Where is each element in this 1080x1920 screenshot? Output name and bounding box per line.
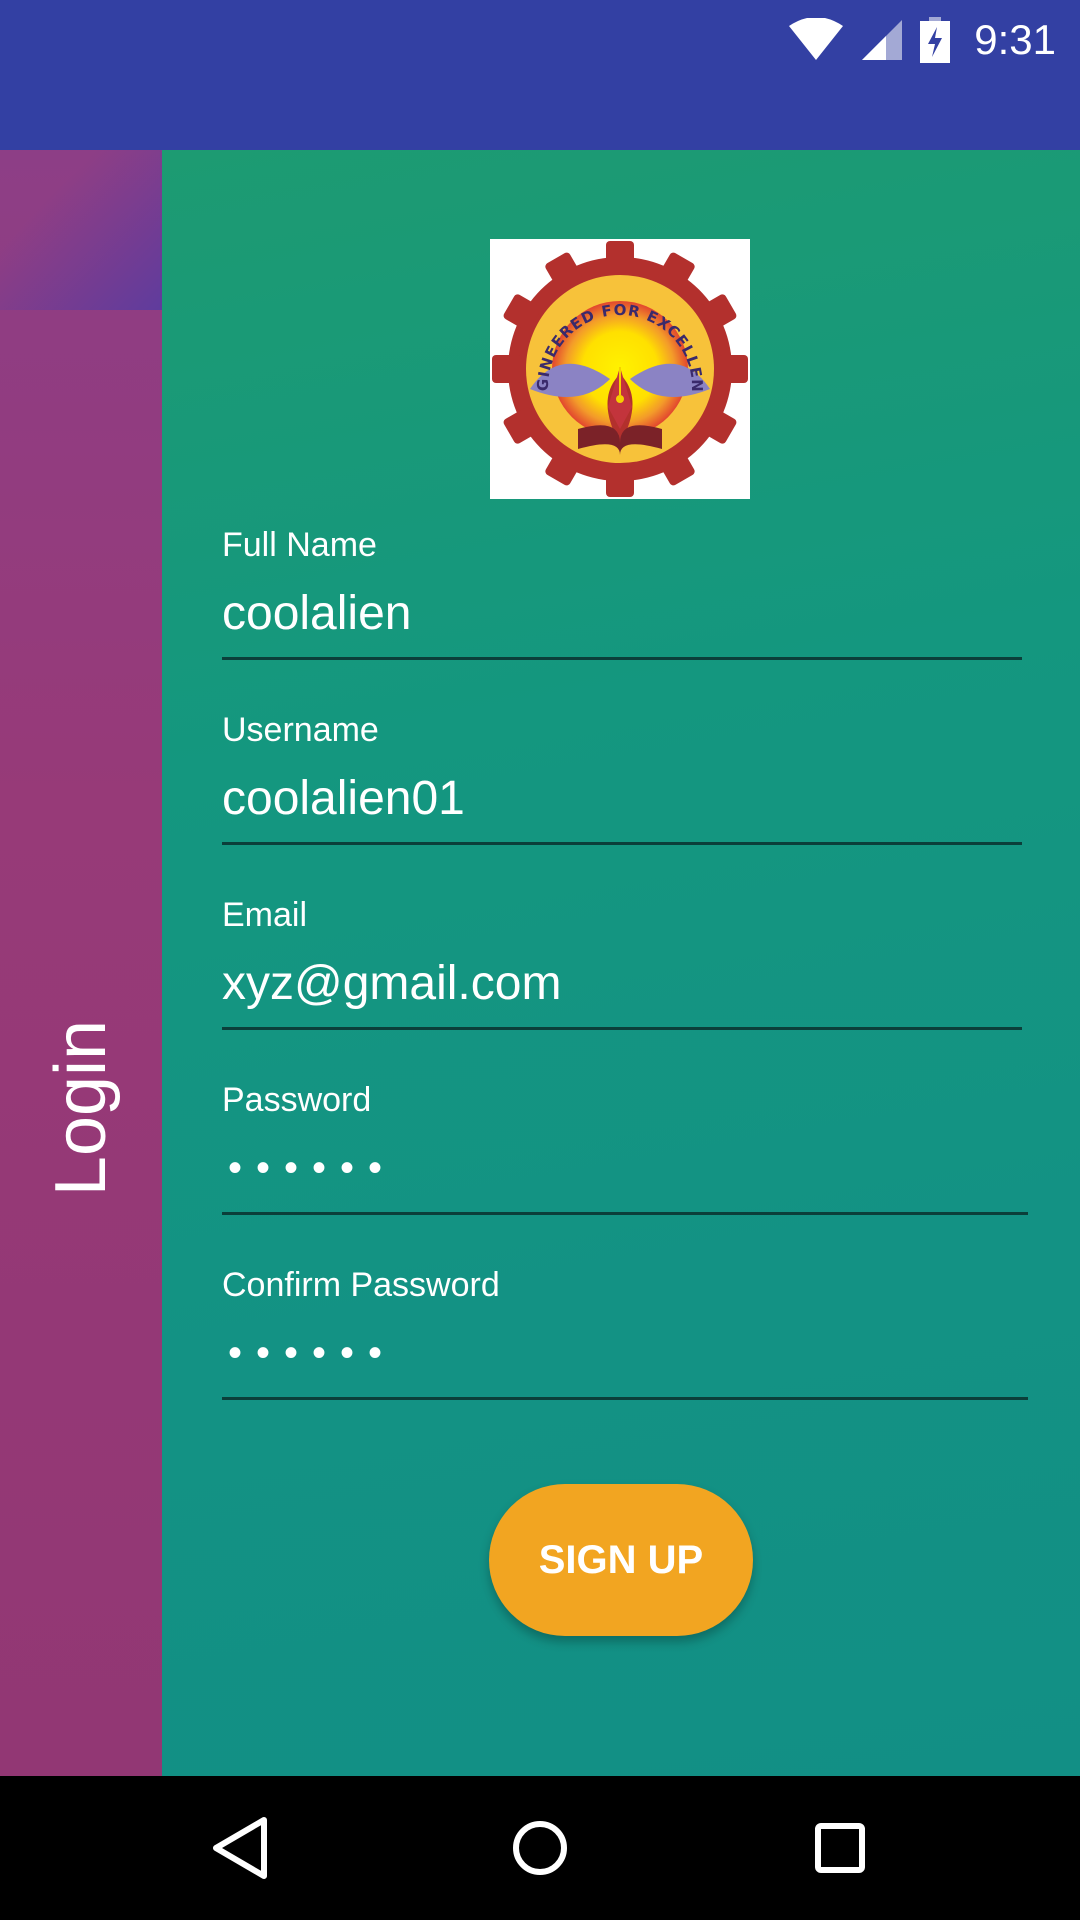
full-name-label: Full Name xyxy=(222,526,377,564)
password-label: Password xyxy=(222,1081,372,1119)
logo-emblem: ENGINEERED FOR EXCELLENCE xyxy=(483,225,748,497)
confirm-password-label: Confirm Password xyxy=(222,1266,500,1304)
password-field: Password xyxy=(222,1078,1028,1215)
recents-icon[interactable] xyxy=(804,1812,876,1884)
home-icon[interactable] xyxy=(504,1812,576,1884)
email-label: Email xyxy=(222,896,308,934)
signup-form-panel: ENGINEERED FOR EXCELLENCE Full Name User… xyxy=(162,150,1080,1776)
status-bar: 9:31 xyxy=(0,0,1080,150)
college-logo: ENGINEERED FOR EXCELLENCE xyxy=(483,225,750,499)
email-field: Email xyxy=(222,893,1022,1030)
status-time: 9:31 xyxy=(974,16,1056,63)
login-tab-label[interactable]: Login xyxy=(40,1020,122,1196)
status-icons: 9:31 xyxy=(788,14,1056,66)
full-name-field: Full Name xyxy=(222,523,1022,660)
signal-icon xyxy=(862,20,903,60)
back-icon[interactable] xyxy=(204,1812,276,1884)
confirm-password-input[interactable] xyxy=(222,1321,1028,1400)
sign-up-button[interactable]: SIGN UP xyxy=(489,1484,753,1636)
navigation-bar xyxy=(0,1776,1080,1920)
login-side-panel[interactable]: Login xyxy=(0,150,162,1776)
username-field: Username xyxy=(222,708,1022,845)
battery-icon xyxy=(920,17,951,63)
confirm-password-field: Confirm Password xyxy=(222,1263,1028,1400)
username-input[interactable] xyxy=(222,766,1022,845)
wifi-icon xyxy=(789,18,844,60)
full-name-input[interactable] xyxy=(222,581,1022,660)
username-label: Username xyxy=(222,711,379,749)
password-input[interactable] xyxy=(222,1136,1028,1215)
email-input[interactable] xyxy=(222,951,1022,1030)
